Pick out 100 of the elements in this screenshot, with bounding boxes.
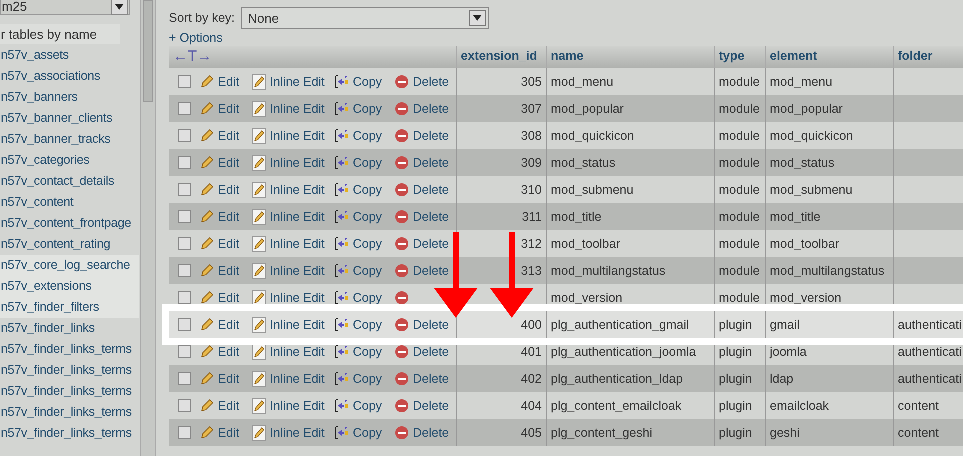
copy-link[interactable]: Copy — [353, 344, 382, 358]
copy-link[interactable]: Copy — [353, 128, 382, 142]
inline-edit-link[interactable]: Inline Edit — [270, 182, 325, 196]
row-checkbox[interactable] — [178, 75, 191, 88]
delete-link[interactable]: Delete — [413, 318, 450, 332]
delete-link[interactable]: Delete — [413, 426, 450, 440]
edit-link[interactable]: Edit — [218, 156, 240, 170]
pencil-icon — [200, 344, 214, 358]
table-link[interactable]: n57v_banner_tracks — [0, 129, 140, 150]
edit-link[interactable]: Edit — [218, 128, 240, 142]
table-link[interactable]: n57v_finder_links_terms — [0, 423, 140, 444]
inline-edit-link[interactable]: Inline Edit — [270, 318, 325, 332]
table-link[interactable]: n57v_finder_links_terms — [0, 360, 140, 381]
table-filter-field[interactable]: r tables by name — [0, 24, 120, 44]
row-checkbox[interactable] — [178, 129, 191, 142]
copy-link[interactable]: Copy — [353, 102, 382, 116]
edit-link[interactable]: Edit — [218, 344, 240, 358]
column-resize-handle[interactable]: ←T→ — [173, 48, 212, 65]
copy-link[interactable]: Copy — [353, 182, 382, 196]
edit-link[interactable]: Edit — [218, 74, 240, 88]
id-cell: 400 — [521, 318, 542, 332]
sort-select[interactable]: None — [241, 7, 489, 29]
table-link[interactable]: n57v_contact_details — [0, 171, 140, 192]
inline-edit-link[interactable]: Inline Edit — [270, 426, 325, 440]
copy-link[interactable]: Copy — [353, 398, 382, 412]
copy-link[interactable]: Copy — [353, 426, 382, 440]
folder-cell: authenticati — [898, 318, 962, 332]
table-link[interactable]: n57v_content_frontpage — [0, 213, 140, 234]
copy-link[interactable]: Copy — [353, 318, 382, 332]
delete-link[interactable]: Delete — [413, 128, 450, 142]
delete-link[interactable]: Delete — [413, 372, 450, 386]
delete-link[interactable]: Delete — [413, 74, 450, 88]
table-link[interactable]: n57v_finder_links_terms — [0, 339, 140, 360]
delete-link[interactable]: Delete — [413, 344, 450, 358]
inline-edit-link[interactable]: Inline Edit — [270, 264, 325, 278]
database-select[interactable]: m25 — [0, 0, 130, 15]
edit-link[interactable]: Edit — [218, 210, 240, 224]
pencil-icon — [200, 372, 214, 386]
table-link[interactable]: n57v_associations — [0, 66, 140, 87]
edit-link[interactable]: Edit — [218, 102, 240, 116]
edit-link[interactable]: Edit — [218, 372, 240, 386]
row-checkbox[interactable] — [178, 210, 191, 223]
edit-link[interactable]: Edit — [218, 318, 240, 332]
edit-link[interactable]: Edit — [218, 426, 240, 440]
copy-link[interactable]: Copy — [353, 290, 382, 304]
inline-edit-link[interactable]: Inline Edit — [270, 102, 325, 116]
delete-link[interactable]: Delete — [413, 398, 450, 412]
row-checkbox[interactable] — [178, 399, 191, 412]
row-checkbox[interactable] — [178, 426, 191, 439]
scrollbar[interactable] — [140, 0, 156, 456]
table-link[interactable]: n57v_content — [0, 192, 140, 213]
options-link[interactable]: + Options — [169, 31, 223, 45]
row-checkbox[interactable] — [178, 102, 191, 115]
delete-link[interactable]: Delete — [413, 264, 450, 278]
table-link[interactable]: n57v_content_rating — [0, 234, 140, 255]
delete-link[interactable]: Delete — [413, 156, 450, 170]
inline-edit-link[interactable]: Inline Edit — [270, 128, 325, 142]
copy-link[interactable]: Copy — [353, 372, 382, 386]
row-checkbox[interactable] — [178, 318, 191, 331]
table-link[interactable]: n57v_extensions — [0, 276, 139, 297]
table-link[interactable]: n57v_finder_links — [0, 318, 140, 339]
delete-link[interactable]: Delete — [413, 210, 450, 224]
inline-edit-link[interactable]: Inline Edit — [270, 290, 325, 304]
table-link[interactable]: n57v_assets — [0, 45, 140, 66]
row-checkbox[interactable] — [178, 264, 191, 277]
delete-link[interactable]: Delete — [413, 236, 450, 250]
inline-edit-link[interactable]: Inline Edit — [270, 398, 325, 412]
inline-edit-link[interactable]: Inline Edit — [270, 236, 325, 250]
id-cell: 404 — [521, 398, 542, 412]
table-link[interactable]: n57v_banners — [0, 87, 140, 108]
edit-link[interactable]: Edit — [218, 236, 240, 250]
row-checkbox[interactable] — [178, 156, 191, 169]
row-checkbox[interactable] — [178, 372, 191, 385]
copy-link[interactable]: Copy — [353, 74, 382, 88]
table-link[interactable]: n57v_finder_filters — [0, 297, 139, 318]
copy-link[interactable]: Copy — [353, 156, 382, 170]
pencil-icon — [200, 264, 214, 278]
row-checkbox[interactable] — [178, 345, 191, 358]
copy-link[interactable]: Copy — [353, 210, 382, 224]
table-link[interactable]: n57v_banner_clients — [0, 108, 140, 129]
copy-link[interactable]: Copy — [353, 264, 382, 278]
table-link[interactable]: n57v_finder_links_terms — [0, 381, 140, 402]
table-link[interactable]: n57v_categories — [0, 150, 140, 171]
copy-link[interactable]: Copy — [353, 236, 382, 250]
inline-edit-link[interactable]: Inline Edit — [270, 74, 325, 88]
delete-link[interactable]: Delete — [413, 102, 450, 116]
delete-link[interactable]: Delete — [413, 182, 450, 196]
edit-link[interactable]: Edit — [218, 264, 240, 278]
edit-link[interactable]: Edit — [218, 398, 240, 412]
table-link[interactable]: n57v_finder_links_terms — [0, 402, 140, 423]
inline-edit-link[interactable]: Inline Edit — [270, 372, 325, 386]
row-checkbox[interactable] — [178, 237, 191, 250]
edit-link[interactable]: Edit — [218, 182, 240, 196]
inline-edit-link[interactable]: Inline Edit — [270, 156, 325, 170]
row-checkbox[interactable] — [178, 291, 191, 304]
table-link[interactable]: n57v_core_log_searche — [0, 255, 139, 276]
inline-edit-link[interactable]: Inline Edit — [270, 210, 325, 224]
row-checkbox[interactable] — [178, 183, 191, 196]
edit-link[interactable]: Edit — [218, 290, 240, 304]
inline-edit-link[interactable]: Inline Edit — [270, 344, 325, 358]
